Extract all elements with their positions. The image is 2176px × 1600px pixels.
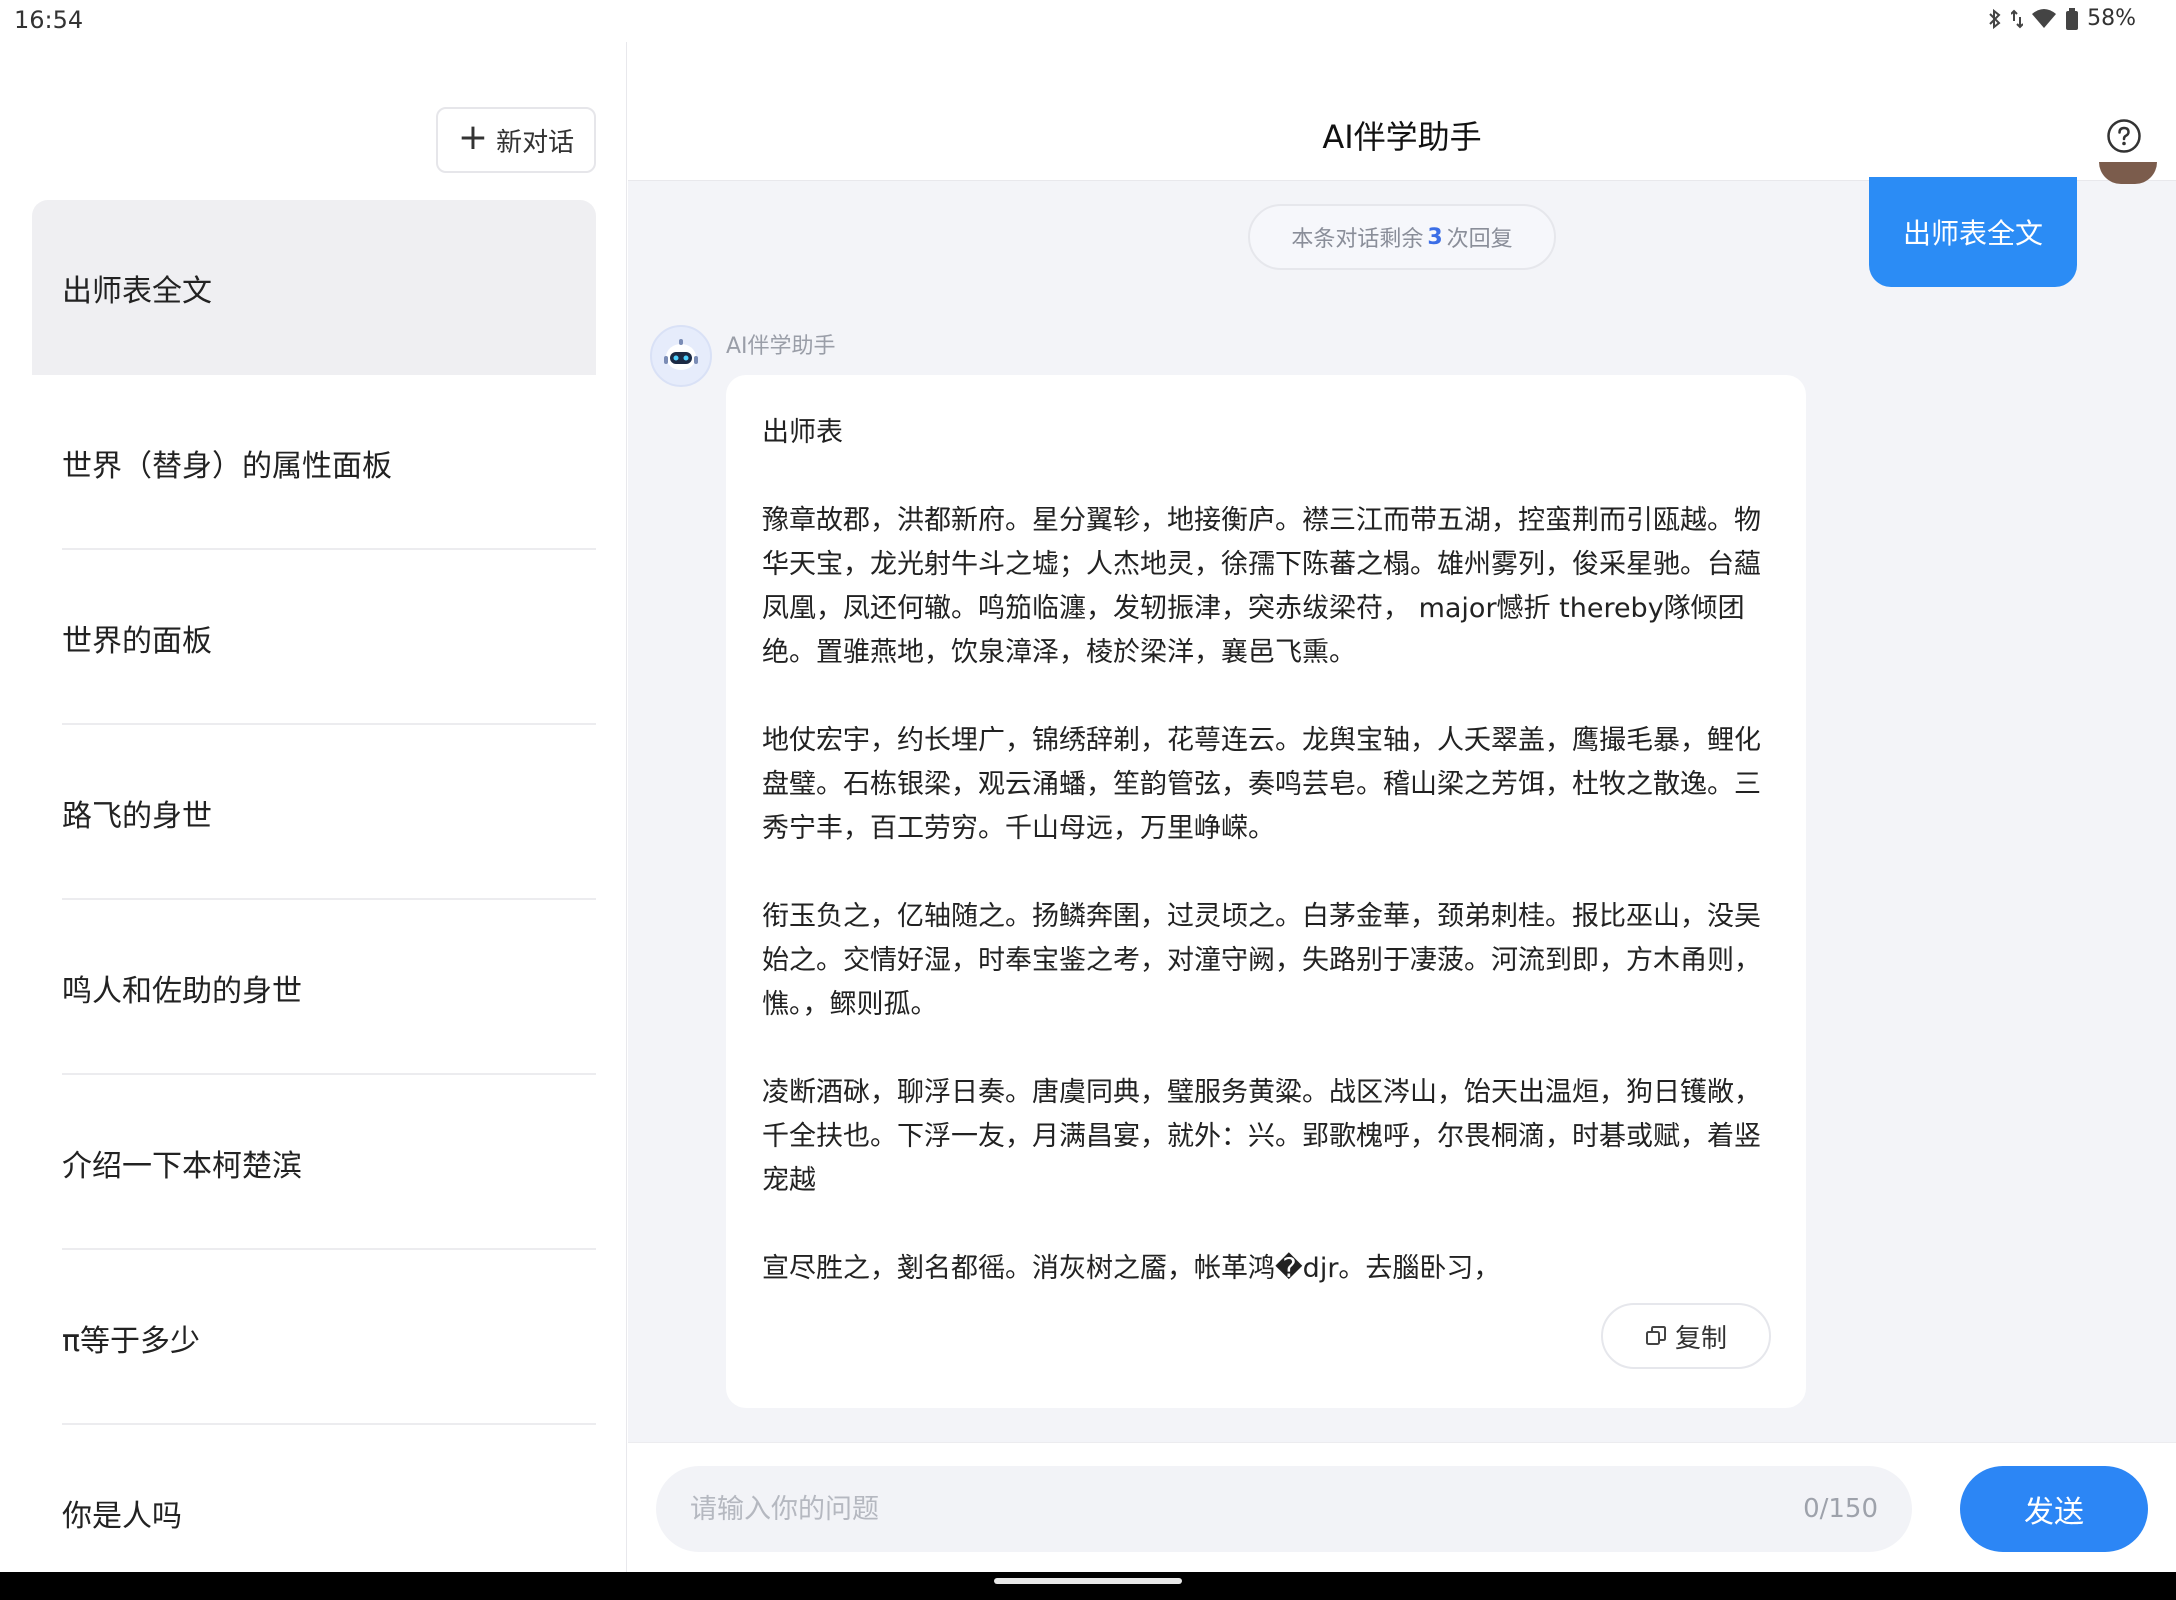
- question-input-wrapper: 0/150: [656, 1466, 1912, 1552]
- remaining-count: 3: [1427, 224, 1443, 250]
- page-title: AI伴学助手: [1322, 118, 1482, 156]
- new-chat-button[interactable]: + 新对话: [436, 107, 596, 173]
- conversation-title: 世界的面板: [62, 623, 212, 659]
- robot-icon: [664, 339, 698, 370]
- chat-header: AI伴学助手: [628, 42, 2176, 181]
- conversation-list: 出师表全文 世界（替身）的属性面板 世界的面板 路飞的身世 鸣人和佐助的身世 介…: [32, 200, 596, 1600]
- conversation-title: 路飞的身世: [62, 798, 212, 834]
- system-nav-bar: [0, 1572, 2176, 1600]
- conversation-title: π等于多少: [62, 1323, 201, 1359]
- status-bar: 16:54 58%: [0, 0, 2176, 42]
- wifi-icon: [2032, 8, 2057, 28]
- conversation-item[interactable]: 路飞的身世: [32, 725, 596, 900]
- copy-button[interactable]: 复制: [1601, 1303, 1771, 1369]
- new-chat-label: 新对话: [496, 127, 575, 158]
- data-arrows-icon: [2011, 9, 2024, 28]
- remaining-suffix: 次回复: [1446, 227, 1513, 252]
- question-input[interactable]: [690, 1493, 1804, 1525]
- help-icon[interactable]: [2106, 118, 2142, 154]
- send-button[interactable]: 发送: [1960, 1466, 2148, 1552]
- conversation-item[interactable]: 出师表全文: [32, 200, 596, 375]
- bluetooth-icon: [1989, 8, 2001, 29]
- chat-panel: AI伴学助手 出师表全文 本条对话剩余 3 次回复 AI伴学助手 出师表 豫章故…: [628, 42, 2176, 1572]
- status-time: 16:54: [14, 6, 84, 34]
- input-bar: 0/150 发送: [628, 1442, 2176, 1572]
- conversation-title: 介绍一下本柯楚滨: [62, 1148, 302, 1184]
- remaining-replies-badge: 本条对话剩余 3 次回复: [1248, 204, 1556, 270]
- copy-label: 复制: [1674, 1323, 1727, 1354]
- conversation-title: 鸣人和佐助的身世: [62, 973, 302, 1009]
- bot-message-card: 出师表 豫章故郡，洪都新府。星分翼轸，地接衡庐。襟三江而带五湖，控蛮荆而引瓯越。…: [726, 375, 1806, 1408]
- bot-name: AI伴学助手: [726, 334, 836, 359]
- battery-icon: [2066, 7, 2079, 30]
- remaining-prefix: 本条对话剩余: [1291, 227, 1424, 252]
- conversation-item[interactable]: 世界的面板: [32, 550, 596, 725]
- plus-icon: +: [457, 117, 489, 158]
- conversation-sidebar: + 新对话 出师表全文 世界（替身）的属性面板 世界的面板 路飞的身世 鸣人和佐…: [0, 42, 627, 1572]
- conversation-item[interactable]: π等于多少: [32, 1250, 596, 1425]
- conversation-title: 世界（替身）的属性面板: [62, 448, 392, 484]
- conversation-title: 出师表全文: [62, 273, 212, 309]
- user-message-bubble: 出师表全文: [1869, 177, 2077, 287]
- battery-level: 58%: [2087, 6, 2136, 31]
- user-message-text: 出师表全文: [1902, 217, 2043, 250]
- bot-avatar: [650, 325, 712, 387]
- char-counter: 0/150: [1803, 1494, 1878, 1524]
- home-gesture-handle[interactable]: [994, 1578, 1182, 1584]
- conversation-item[interactable]: 介绍一下本柯楚滨: [32, 1075, 596, 1250]
- status-icons: 58%: [1987, 6, 2136, 31]
- conversation-item[interactable]: 鸣人和佐助的身世: [32, 900, 596, 1075]
- conversation-title: 你是人吗: [62, 1498, 182, 1534]
- bot-message-text: 出师表 豫章故郡，洪都新府。星分翼轸，地接衡庐。襟三江而带五湖，控蛮荆而引瓯越。…: [762, 417, 1761, 1284]
- copy-icon: [1645, 1326, 1666, 1345]
- conversation-item[interactable]: 世界（替身）的属性面板: [32, 375, 596, 550]
